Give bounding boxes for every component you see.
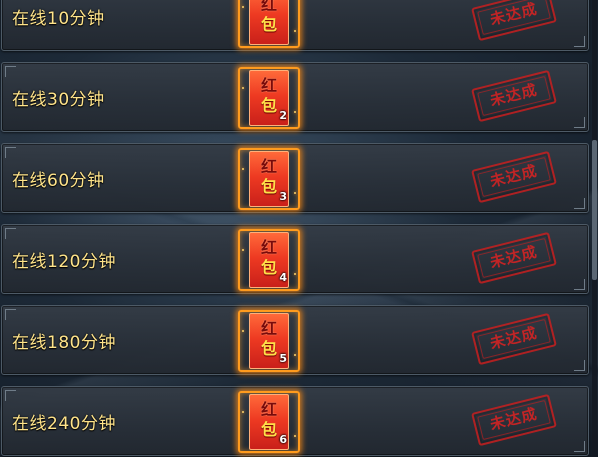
spark-decoration xyxy=(242,6,244,8)
reward-duration-label: 在线30分钟 xyxy=(12,90,105,110)
red-envelope-icon[interactable]: 红 包 3 xyxy=(238,148,300,210)
spark-decoration xyxy=(294,111,296,113)
reward-row-60min: 在线60分钟 红 包 3 未达成 xyxy=(1,143,589,213)
red-envelope-icon[interactable]: 红 包 2 xyxy=(238,67,300,129)
red-envelope: 红 包 3 xyxy=(249,151,289,207)
spark-decoration xyxy=(242,330,244,332)
spark-decoration xyxy=(242,249,244,251)
status-stamp: 未达成 xyxy=(471,312,557,366)
reward-row-120min: 在线120分钟 红 包 4 未达成 xyxy=(1,224,589,294)
envelope-char-top: 红 xyxy=(260,157,277,176)
reward-duration-label: 在线180分钟 xyxy=(12,333,116,353)
reward-row-180min: 在线180分钟 红 包 5 未达成 xyxy=(1,305,589,375)
envelope-char-top: 红 xyxy=(260,238,277,257)
scrollbar[interactable] xyxy=(592,0,597,457)
envelope-count: 4 xyxy=(279,271,287,284)
spark-decoration xyxy=(294,435,296,437)
envelope-count: 3 xyxy=(279,190,287,203)
envelope-count: 2 xyxy=(279,109,287,122)
reward-duration-label: 在线240分钟 xyxy=(12,414,116,434)
status-stamp: 未达成 xyxy=(471,150,557,204)
envelope-count: 6 xyxy=(279,433,287,446)
reward-duration-label: 在线120分钟 xyxy=(12,252,116,272)
status-stamp: 未达成 xyxy=(471,0,557,42)
reward-row-30min: 在线30分钟 红 包 2 未达成 xyxy=(1,62,589,132)
spark-decoration xyxy=(294,30,296,32)
spark-decoration xyxy=(294,192,296,194)
status-stamp: 未达成 xyxy=(471,393,557,447)
red-envelope: 红 包 xyxy=(249,0,289,45)
red-envelope-icon[interactable]: 红 包 xyxy=(238,0,300,48)
red-envelope: 红 包 2 xyxy=(249,70,289,126)
reward-duration-label: 在线60分钟 xyxy=(12,171,105,191)
scrollbar-thumb[interactable] xyxy=(592,140,597,280)
envelope-count: 5 xyxy=(279,352,287,365)
red-envelope: 红 包 4 xyxy=(249,232,289,288)
spark-decoration xyxy=(242,411,244,413)
red-envelope: 红 包 5 xyxy=(249,313,289,369)
envelope-char-top: 红 xyxy=(260,400,277,419)
status-stamp: 未达成 xyxy=(471,69,557,123)
envelope-char-bottom: 包 xyxy=(260,15,277,34)
status-stamp: 未达成 xyxy=(471,231,557,285)
reward-row-10min: 在线10分钟 红 包 未达成 xyxy=(1,0,589,51)
red-envelope-icon[interactable]: 红 包 6 xyxy=(238,391,300,453)
reward-row-240min: 在线240分钟 红 包 6 未达成 xyxy=(1,386,589,456)
red-envelope: 红 包 6 xyxy=(249,394,289,450)
envelope-char-top: 红 xyxy=(260,319,277,338)
spark-decoration xyxy=(242,87,244,89)
red-envelope-icon[interactable]: 红 包 4 xyxy=(238,229,300,291)
red-envelope-icon[interactable]: 红 包 5 xyxy=(238,310,300,372)
envelope-char-top: 红 xyxy=(260,76,277,95)
reward-duration-label: 在线10分钟 xyxy=(12,9,105,29)
spark-decoration xyxy=(294,273,296,275)
spark-decoration xyxy=(294,354,296,356)
envelope-char-top: 红 xyxy=(260,0,277,14)
spark-decoration xyxy=(242,168,244,170)
